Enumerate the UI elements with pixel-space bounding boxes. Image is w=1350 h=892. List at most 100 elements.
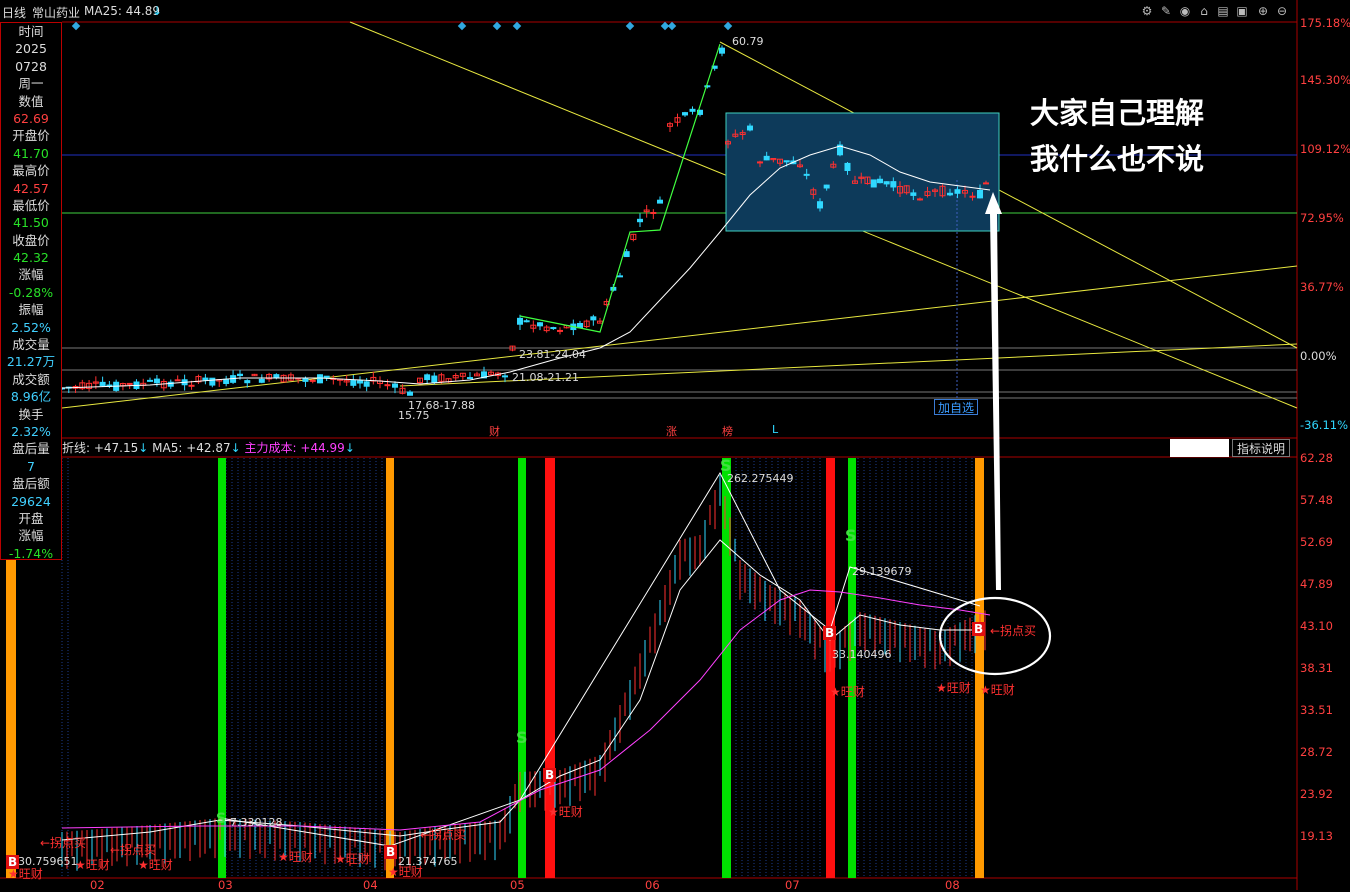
candle-body [803, 173, 810, 176]
candle-body [244, 380, 251, 384]
event-mark-finance[interactable]: 财 [489, 423, 500, 439]
axis-tick: 52.69 [1300, 535, 1333, 549]
candle-body [147, 379, 153, 382]
buy-signal-label: ←拐点买 [990, 624, 1037, 638]
candle-body [883, 181, 890, 185]
indicator-value-label: 7.330128 [230, 816, 283, 829]
indicator-input-box[interactable] [1170, 439, 1229, 457]
candle-body [188, 384, 195, 387]
buy-signal-b: B [972, 622, 986, 636]
info-value: 62.69 [13, 110, 49, 126]
axis-tick: 28.72 [1300, 745, 1333, 759]
candle-body [689, 108, 696, 112]
axis-tick: 0.00% [1300, 349, 1337, 363]
stock-chart-window: 日线 常山药业 MA25: 44.89 ↓ ⚙ ✎ ◉ ⌂ ▤ ▣ ⊕ ⊖ 时间… [0, 0, 1350, 892]
rich-signal-label: ★旺财 [138, 858, 173, 872]
annotation-line-2: 我什么也不说 [1030, 142, 1205, 176]
candle-body [467, 377, 473, 380]
rich-signal-label: ★旺财 [335, 852, 370, 866]
axis-tick: 23.92 [1300, 787, 1333, 801]
info-panel: 时间 2025 0728 周一 数值 62.69 开盘价 41.70 最高价 42.57 最低价 41… [0, 22, 62, 561]
axis-tick: 72.95% [1300, 211, 1344, 225]
add-favorite-button[interactable]: 加自选 [934, 399, 978, 415]
candle-body [126, 382, 133, 385]
info-value: -1.74% [8, 545, 54, 561]
down-arrow-icon: ↓ [138, 441, 149, 455]
sell-signal-s: S [216, 811, 227, 827]
candle-body [550, 327, 557, 330]
info-label: 开盘 [18, 510, 44, 526]
candle-body [954, 189, 961, 194]
candle-body [363, 381, 370, 387]
candle-body [517, 317, 523, 325]
info-value: 8.96亿 [10, 389, 52, 405]
axis-tick: 36.77% [1300, 280, 1344, 294]
candle-body [844, 162, 851, 171]
candle-body [657, 199, 663, 204]
candle-body [357, 380, 363, 384]
candle-body [350, 379, 357, 386]
info-label: 盘后额 [12, 476, 50, 492]
buy-signal-b: B [6, 855, 20, 869]
info-label: 最高价 [12, 163, 50, 179]
buy-signal-label: ←拐点买 [40, 836, 87, 850]
axis-tick: 57.48 [1300, 493, 1333, 507]
info-value: 7 [27, 458, 35, 474]
event-mark-limit-up[interactable]: 涨 [666, 423, 677, 439]
candle-body [202, 377, 209, 381]
info-label: 开盘价 [12, 128, 50, 144]
candle-body [502, 375, 508, 378]
signal-band [975, 458, 984, 878]
price-range-label: 23.81-24.04 [519, 348, 586, 361]
axis-tick: 33.51 [1300, 703, 1333, 717]
info-value: 42.32 [13, 250, 49, 266]
candle-body [384, 384, 391, 387]
info-value: 2.32% [11, 423, 51, 439]
candle-body [302, 378, 309, 382]
signal-band [848, 458, 856, 878]
sell-signal-s: S [845, 526, 857, 545]
candle-body [983, 182, 989, 185]
indicator-value-label: 29.139679 [852, 565, 912, 578]
event-mark-rank[interactable]: 榜 [722, 423, 733, 439]
zigzag-line [519, 43, 721, 333]
candle-body [682, 112, 688, 116]
candle-body [309, 379, 316, 382]
rich-signal-label: ★旺财 [388, 865, 423, 879]
info-value: 21.27万 [6, 354, 56, 370]
candle-body [590, 316, 597, 321]
info-label: 成交额 [12, 371, 50, 387]
candle-body [424, 374, 431, 381]
axis-tick: 19.13 [1300, 829, 1333, 843]
indicator-explain-button[interactable]: 指标说明 [1232, 439, 1290, 457]
price-low-label: 15.75 [398, 409, 430, 422]
info-label: 周一 [18, 76, 44, 92]
indicator-header: 折线: +47.15↓ MA5: +42.87↓ 主力成本: +44.99↓ [62, 439, 355, 457]
rich-signal-label: ★旺财 [830, 685, 865, 699]
rich-signal-label: ★旺财 [75, 858, 110, 872]
info-value: 42.57 [13, 180, 49, 196]
info-label: 盘后量 [12, 441, 50, 457]
buy-signal-b: B [384, 845, 398, 859]
candle-body [650, 212, 657, 215]
signal-band [386, 458, 394, 878]
candle-body [947, 192, 953, 196]
candle-body [537, 322, 543, 327]
axis-tick: 38.31 [1300, 661, 1333, 675]
down-arrow-icon: ↓ [344, 441, 355, 455]
info-value: 2.52% [11, 319, 51, 335]
candle-body [817, 201, 823, 209]
event-mark-l[interactable]: L [772, 423, 778, 436]
axis-tick: 47.89 [1300, 577, 1333, 591]
annotation-line-1: 大家自己理解 [1030, 96, 1205, 130]
candle-body [763, 155, 770, 161]
candle-body [317, 374, 323, 384]
candle-body [237, 373, 243, 377]
signal-band [518, 458, 526, 878]
candle-body [823, 184, 830, 189]
candle-body [890, 181, 897, 188]
sell-signal-s: S [720, 456, 732, 475]
price-high-label: 60.79 [732, 35, 764, 48]
candle-body [747, 125, 753, 131]
sell-signal-s: S [516, 728, 528, 747]
